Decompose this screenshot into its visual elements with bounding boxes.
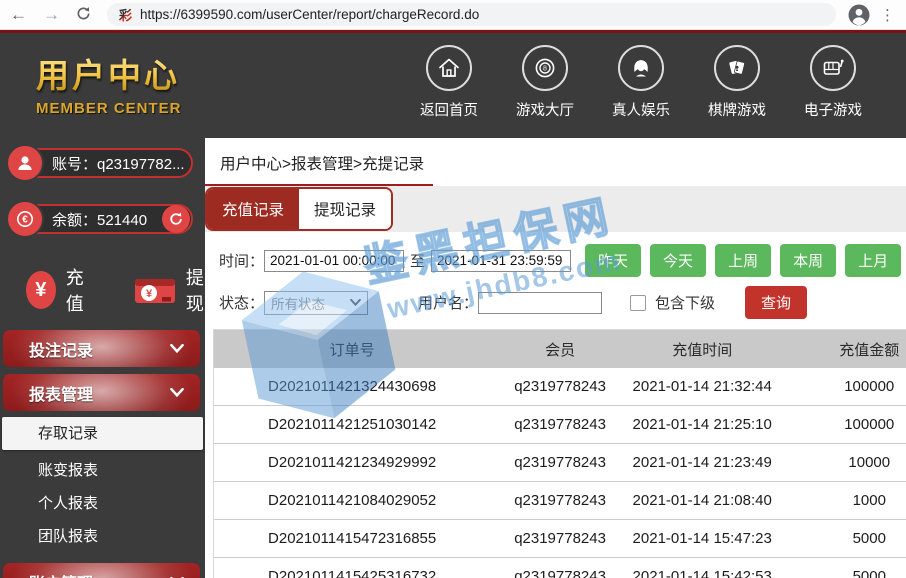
include-subordinates-checkbox[interactable]: [630, 295, 646, 311]
nav-item-live-casino[interactable]: 真人娱乐: [610, 45, 672, 138]
balance-text: 余额：521440: [52, 209, 147, 230]
browser-profile-icon[interactable]: [848, 4, 870, 26]
quick-range-last-week-button[interactable]: 上周: [715, 244, 771, 277]
slot-machine-icon: [810, 45, 856, 91]
table-row: D2021011421234929992 q2319778243 2021-01…: [214, 444, 906, 482]
refresh-icon[interactable]: [76, 6, 91, 24]
svg-text:¥: ¥: [146, 288, 153, 300]
submenu-item-account-change-report[interactable]: 账变报表: [0, 454, 205, 487]
table-row: D2021011421084029052 q2319778243 2021-01…: [214, 482, 906, 520]
wallet-icon: ¥: [134, 275, 176, 305]
logo-title: 用户中心: [36, 49, 182, 97]
cards-icon: [714, 45, 760, 91]
svg-text:8: 8: [543, 66, 547, 73]
svg-text:€: €: [22, 215, 28, 226]
sidebar-item-report-mgmt[interactable]: 报表管理: [3, 374, 200, 411]
search-button[interactable]: 查询: [745, 286, 807, 319]
site-favicon-icon: 彩: [119, 5, 132, 24]
date-to-input[interactable]: [431, 250, 571, 272]
billiards-icon: 8: [522, 45, 568, 91]
submenu-item-personal-report[interactable]: 个人报表: [0, 487, 205, 520]
chevron-down-icon: [350, 299, 361, 306]
recharge-button[interactable]: ¥ 充值: [26, 264, 94, 316]
tab-recharge-records[interactable]: 充值记录: [207, 189, 299, 229]
address-bar[interactable]: 彩 https://6399590.com/userCenter/report/…: [107, 3, 836, 26]
logo: 用户中心 MEMBER CENTER: [0, 33, 182, 138]
table-header-row: 订单号 会员 充值时间 充值金额: [214, 330, 906, 368]
chevron-down-icon: [170, 344, 184, 353]
submenu-item-deposit-records[interactable]: 存取记录: [2, 417, 203, 450]
time-label: 时间：: [219, 250, 264, 271]
main-content: 用户中心>报表管理>充提记录 充值记录 提现记录 时间： 至 昨天 今天 上周 …: [205, 138, 906, 578]
include-subordinates-label: 包含下级: [655, 292, 715, 313]
nav-item-card-games[interactable]: 棋牌游戏: [706, 45, 768, 138]
table-row: D2021011421324430698 q2319778243 2021-01…: [214, 368, 906, 406]
column-header-recharge-amount: 充值金额: [775, 339, 906, 360]
date-from-input[interactable]: [264, 250, 404, 272]
to-label: 至: [410, 250, 425, 271]
report-submenu: 存取记录 账变报表 个人报表 团队报表: [0, 411, 205, 559]
column-header-recharge-time: 充值时间: [630, 339, 775, 360]
sidebar: 账号：q23197782... € 余额：521440 ¥ 充值 ¥ 提现: [0, 138, 205, 578]
username-label: 用户名：: [418, 292, 478, 313]
home-icon: [426, 45, 472, 91]
tab-strip: 充值记录 提现记录: [205, 186, 906, 232]
nav-item-home[interactable]: 返回首页: [418, 45, 480, 138]
tab-group: 充值记录 提现记录: [205, 187, 393, 231]
quick-range-today-button[interactable]: 今天: [650, 244, 706, 277]
nav-item-game-hall[interactable]: 8 游戏大厅: [514, 45, 576, 138]
nav-item-slots[interactable]: 电子游戏: [802, 45, 864, 138]
quick-range-yesterday-button[interactable]: 昨天: [585, 244, 641, 277]
browser-menu-icon[interactable]: ⋮: [880, 6, 896, 24]
yuan-icon: ¥: [26, 271, 56, 309]
table-row: D2021011415472316855 q2319778243 2021-01…: [214, 520, 906, 558]
quick-actions: ¥ 充值 ¥ 提现: [26, 264, 205, 316]
status-select[interactable]: 所有状态: [264, 291, 368, 315]
live-dealer-icon: [618, 45, 664, 91]
user-icon: [6, 144, 44, 182]
records-table: 订单号 会员 充值时间 充值金额 D2021011421324430698 q2…: [213, 329, 906, 578]
column-header-order-no: 订单号: [214, 339, 490, 360]
status-select-value: 所有状态: [271, 293, 325, 313]
filter-area: 时间： 至 昨天 今天 上周 本周 上月 状态： 所有状态 用户: [205, 232, 906, 319]
sidebar-item-account-mgmt[interactable]: 账户管理: [3, 563, 200, 578]
breadcrumb: 用户中心>报表管理>充提记录: [205, 138, 906, 184]
account-pill: 账号：q23197782...: [8, 148, 193, 178]
app-header: 用户中心 MEMBER CENTER 返回首页 8 游戏大厅 真人娱乐 棋牌游戏: [0, 33, 906, 138]
withdraw-button[interactable]: ¥ 提现: [134, 264, 205, 316]
refresh-balance-icon[interactable]: [162, 205, 190, 233]
submenu-item-team-report[interactable]: 团队报表: [0, 520, 205, 553]
quick-range-last-month-button[interactable]: 上月: [845, 244, 901, 277]
account-text: 账号：q23197782...: [52, 153, 185, 174]
back-icon[interactable]: ←: [10, 6, 27, 23]
chevron-down-icon: [170, 388, 184, 397]
url-text: https://6399590.com/userCenter/report/ch…: [140, 7, 479, 22]
logo-subtitle: MEMBER CENTER: [36, 100, 182, 117]
top-nav: 返回首页 8 游戏大厅 真人娱乐 棋牌游戏 电子游戏: [418, 33, 906, 138]
forward-icon[interactable]: →: [43, 6, 60, 23]
browser-bar: ← → 彩 https://6399590.com/userCenter/rep…: [0, 0, 906, 30]
column-header-member: 会员: [490, 339, 630, 360]
balance-pill: € 余额：521440: [8, 204, 193, 234]
username-input[interactable]: [478, 292, 602, 314]
table-row: D2021011421251030142 q2319778243 2021-01…: [214, 406, 906, 444]
quick-range-this-week-button[interactable]: 本周: [780, 244, 836, 277]
status-label: 状态：: [219, 292, 264, 313]
sidebar-item-bet-records[interactable]: 投注记录: [3, 330, 200, 367]
coin-icon: €: [6, 200, 44, 238]
tab-withdraw-records[interactable]: 提现记录: [299, 189, 391, 229]
table-row: D2021011415425316732 q2319778243 2021-01…: [214, 558, 906, 578]
